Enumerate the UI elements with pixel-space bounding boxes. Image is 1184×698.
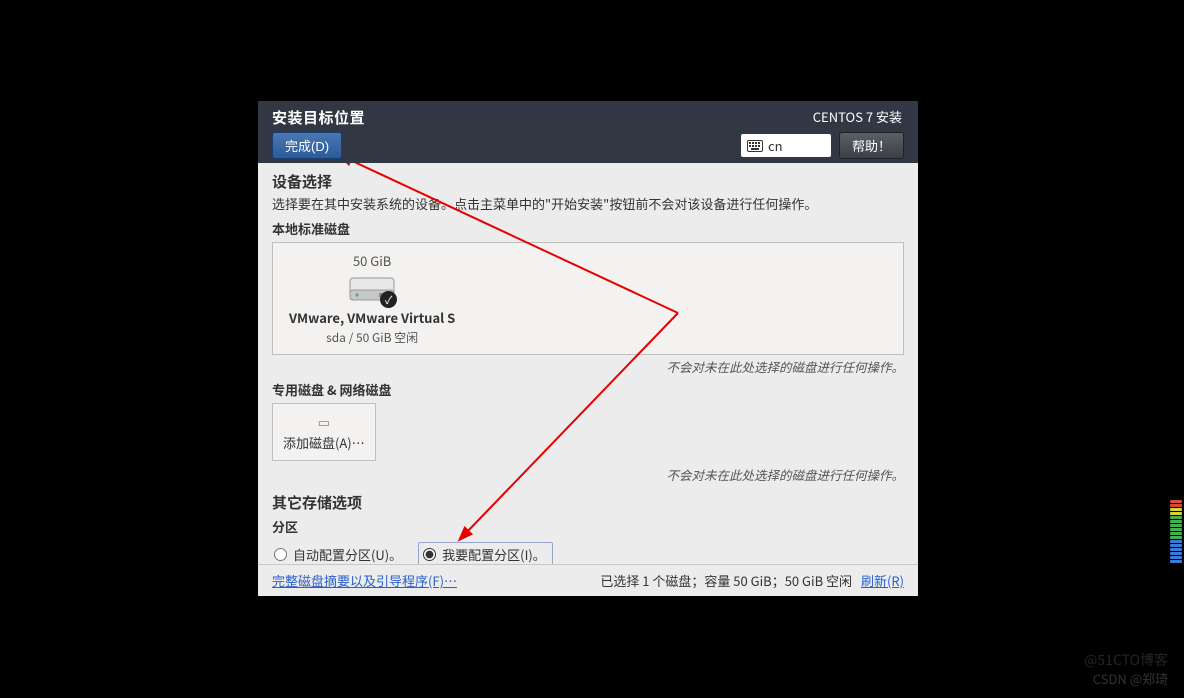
add-disk-button[interactable]: ▭ 添加磁盘(A)… — [272, 403, 376, 461]
auto-partition-label: 自动配置分区(U)。 — [293, 545, 402, 564]
manual-partition-radio[interactable]: 我要配置分区(I)。 — [418, 542, 553, 564]
partitioning-label: 分区 — [272, 517, 904, 536]
partitioning-radio-group: 自动配置分区(U)。 我要配置分区(I)。 — [274, 542, 904, 564]
installer-footer: 完整磁盘摘要以及引导程序(F)… 已选择 1 个磁盘；容量 50 GiB；50 … — [258, 564, 918, 596]
disk-note-2: 不会对未在此处选择的磁盘进行任何操作。 — [272, 465, 904, 484]
storage-options-heading: 其它存储选项 — [272, 492, 904, 513]
disk-capacity: 50 GiB — [353, 251, 391, 270]
header-left: 安装目标位置 完成(D) — [272, 107, 365, 161]
side-meter-decoration — [1170, 500, 1182, 563]
device-selection-heading: 设备选择 — [272, 171, 904, 192]
auto-partition-radio-input[interactable] — [274, 548, 287, 561]
watermark-csdn: CSDN @郑琦 — [1093, 669, 1168, 688]
disk-item[interactable]: 50 GiB ✓ VMware, VMware Virtual S sda / … — [281, 249, 463, 348]
manual-partition-label: 我要配置分区(I)。 — [442, 545, 546, 564]
header-right: CENTOS 7 安装 cn 帮助！ — [741, 107, 904, 161]
hard-drive-icon: ✓ — [349, 272, 395, 306]
storage-options-section: 其它存储选项 分区 自动配置分区(U)。 我要配置分区(I)。 我想让额外空间可… — [272, 492, 904, 564]
local-disks-heading: 本地标准磁盘 — [272, 219, 904, 238]
done-button[interactable]: 完成(D) — [272, 132, 342, 159]
disk-note-1: 不会对未在此处选择的磁盘进行任何操作。 — [272, 357, 904, 376]
page-title: 安装目标位置 — [272, 107, 365, 128]
locale-label: cn — [768, 136, 783, 155]
refresh-link[interactable]: 刷新(R) — [861, 571, 904, 590]
watermark-cto: @51CTO博客 — [1084, 650, 1168, 670]
auto-partition-radio[interactable]: 自动配置分区(U)。 — [274, 545, 402, 564]
keyboard-icon — [747, 140, 763, 152]
check-icon: ✓ — [380, 291, 397, 308]
keyboard-layout-indicator[interactable]: cn — [741, 134, 831, 157]
add-disk-label: 添加磁盘(A)… — [283, 433, 365, 452]
footer-status-group: 已选择 1 个磁盘；容量 50 GiB；50 GiB 空闲 刷新(R) — [600, 571, 904, 590]
installer-header: 安装目标位置 完成(D) CENTOS 7 安装 cn — [258, 101, 918, 163]
header-controls: cn 帮助！ — [741, 132, 904, 159]
disk-summary-link[interactable]: 完整磁盘摘要以及引导程序(F)… — [272, 571, 457, 590]
installer-body: 设备选择 选择要在其中安装系统的设备。点击主菜单中的"开始安装"按钮前不会对该设… — [258, 163, 918, 564]
help-button[interactable]: 帮助！ — [839, 132, 904, 159]
device-selection-description: 选择要在其中安装系统的设备。点击主菜单中的"开始安装"按钮前不会对该设备进行任何… — [272, 194, 904, 213]
local-disks-container: 50 GiB ✓ VMware, VMware Virtual S sda / … — [272, 242, 904, 355]
selection-status: 已选择 1 个磁盘；容量 50 GiB；50 GiB 空闲 — [600, 571, 852, 590]
installer-window: 安装目标位置 完成(D) CENTOS 7 安装 cn — [258, 101, 918, 596]
manual-partition-radio-input[interactable] — [423, 548, 436, 561]
disk-subinfo: sda / 50 GiB 空闲 — [326, 329, 418, 346]
special-disks-heading: 专用磁盘 & 网络磁盘 — [272, 380, 904, 399]
disk-name: VMware, VMware Virtual S — [289, 308, 455, 327]
add-disk-icon: ▭ — [318, 412, 330, 431]
installer-subtitle: CENTOS 7 安装 — [813, 107, 904, 126]
